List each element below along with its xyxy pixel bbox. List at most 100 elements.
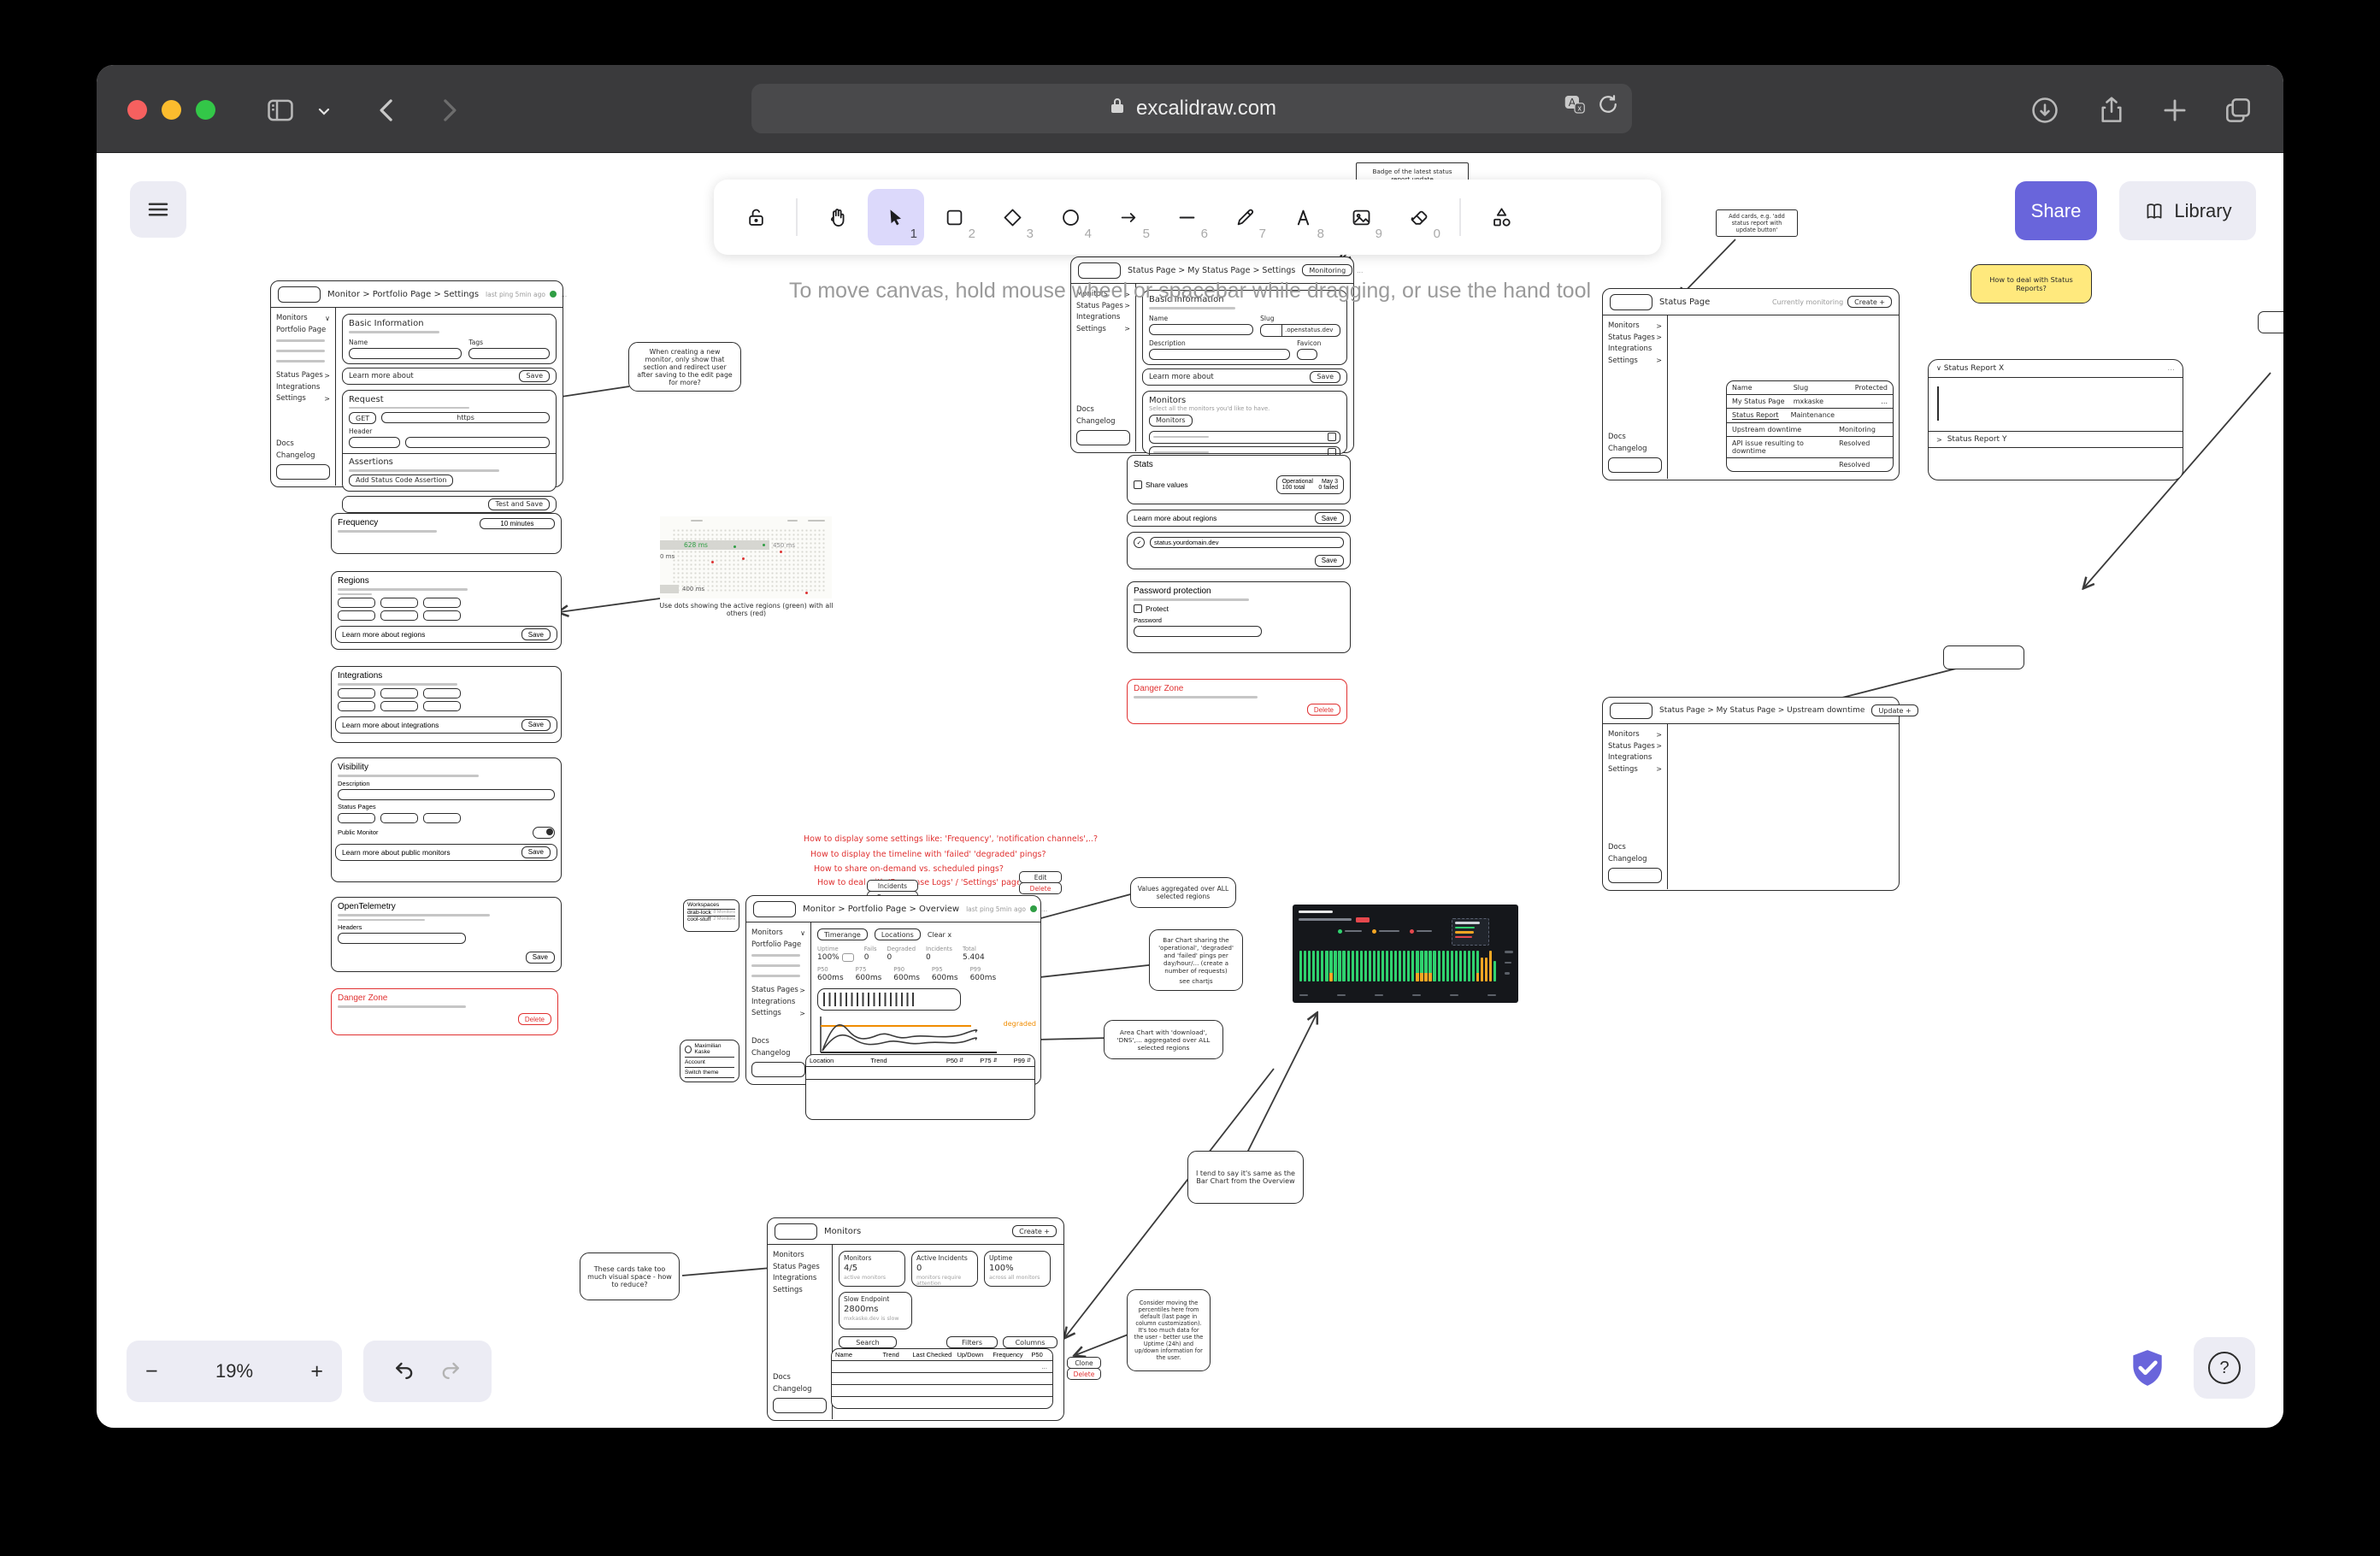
- workspaces-card[interactable]: Workspaces drab-lock8 Monitors cool-stuf…: [683, 899, 739, 932]
- browser-toolbar: excalidraw.com Ax: [97, 65, 2283, 153]
- share-button[interactable]: Share: [2015, 181, 2097, 240]
- danger-zone-card[interactable]: Danger Zone Delete: [331, 988, 558, 1035]
- maximize-window-button[interactable]: [196, 100, 215, 120]
- close-window-button[interactable]: [127, 100, 147, 120]
- main-menu-button[interactable]: [130, 181, 186, 238]
- downloads-button[interactable]: [2029, 94, 2061, 127]
- small-box[interactable]: [1943, 645, 2024, 669]
- small-box[interactable]: [2258, 311, 2283, 333]
- save-button: Save: [519, 370, 550, 382]
- browser-window: excalidraw.com Ax: [97, 65, 2283, 1428]
- wireframe-status-report-editor[interactable]: ∨ Status Report X... >Status Report Y: [1928, 359, 2183, 480]
- chevron-down-icon[interactable]: [314, 101, 346, 133]
- wireframe-statuspage-list[interactable]: Status Page Currently monitoringCreate +…: [1602, 288, 1900, 480]
- lock-icon: [1107, 96, 1128, 122]
- eraser-tool[interactable]: 0: [1391, 189, 1447, 245]
- canvas-hint: To move canvas, hold mouse wheel or spac…: [97, 279, 2283, 304]
- opentelemetry-card[interactable]: OpenTelemetry Headers Save: [331, 897, 562, 972]
- monitors-card: Monitors Select all the monitors you'd l…: [1142, 391, 1347, 454]
- tab-overview-button[interactable]: [2222, 94, 2254, 127]
- map-caption[interactable]: Use dots showing the active regions (gre…: [655, 602, 838, 617]
- shapes-tool[interactable]: [1473, 189, 1529, 245]
- uptime-bars-screenshot[interactable]: [1293, 905, 1518, 1003]
- ellipse-tool[interactable]: 4: [1042, 189, 1099, 245]
- avatar: [685, 1046, 692, 1053]
- columns-button: Columns: [1003, 1336, 1057, 1348]
- zoom-level[interactable]: 19%: [215, 1360, 253, 1382]
- monitors-table[interactable]: Name Trend Last Checked Up/Down Frequenc…: [831, 1348, 1053, 1409]
- help-button[interactable]: ?: [2194, 1337, 2255, 1399]
- image-tool[interactable]: 9: [1333, 189, 1389, 245]
- reload-icon[interactable]: [1596, 92, 1620, 122]
- visibility-card[interactable]: Visibility Description Status Pages Publ…: [331, 757, 562, 882]
- zoom-controls: − 19% +: [127, 1341, 342, 1402]
- excalidraw-canvas[interactable]: Monitor > Portfolio Page > Settings last…: [97, 65, 2283, 1428]
- context-menu-clone[interactable]: CloneDelete: [1067, 1358, 1101, 1380]
- latency-map-image[interactable]: 628 ms 450 ms 0 ms 400 ms: [660, 516, 832, 598]
- library-button[interactable]: Library: [2119, 181, 2256, 240]
- diamond-tool[interactable]: 3: [984, 189, 1040, 245]
- red-note[interactable]: How to share on-demand vs. scheduled pin…: [814, 864, 1004, 874]
- desktop: excalidraw.com Ax: [0, 0, 2380, 1556]
- translate-icon[interactable]: Ax: [1562, 91, 1588, 123]
- zoom-out-button[interactable]: −: [145, 1359, 158, 1384]
- password-protection-card[interactable]: Password protection Protect Password: [1127, 581, 1351, 653]
- lock-tool[interactable]: [728, 189, 784, 245]
- basic-information-card: Basic Information Name Tags: [342, 314, 557, 364]
- note-percentiles[interactable]: Consider moving the percentiles here fro…: [1127, 1289, 1211, 1371]
- note-same-as-bar-chart[interactable]: I tend to say it's same as the Bar Chart…: [1187, 1151, 1304, 1204]
- cursor-icon: [885, 206, 907, 228]
- update-button: Update +: [1871, 704, 1918, 716]
- draw-tool[interactable]: 7: [1217, 189, 1273, 245]
- toolbar-divider: [796, 198, 798, 236]
- note-bar-chart[interactable]: Bar Chart sharing the 'operational', 'de…: [1149, 929, 1243, 991]
- text-tool[interactable]: 8: [1275, 189, 1331, 245]
- encryption-shield-icon: [2126, 1344, 2169, 1396]
- check-icon: ✓: [1134, 537, 1145, 548]
- hand-tool[interactable]: [810, 189, 866, 245]
- line-tool[interactable]: 6: [1158, 189, 1215, 245]
- new-tab-button[interactable]: [2159, 94, 2191, 127]
- redo-button[interactable]: [439, 1358, 462, 1386]
- context-menu-edit[interactable]: EditDelete: [1019, 872, 1062, 894]
- integrations-card[interactable]: Integrations Learn more about integratio…: [331, 666, 562, 743]
- timerange-button: Timerange: [817, 928, 868, 940]
- account-card[interactable]: Maximilian Kaske Account Switch theme: [680, 1040, 739, 1082]
- red-note[interactable]: How to deal with 'Response Logs' / 'Sett…: [817, 878, 1030, 887]
- stats-card[interactable]: Stats Share values OperationalMay 3 100 …: [1127, 455, 1351, 504]
- selection-tool[interactable]: 1: [868, 189, 924, 245]
- frequency-card[interactable]: Frequency 10 minutes: [331, 513, 562, 554]
- latency-line-chart: ­ degraded: [817, 1015, 1034, 1057]
- zoom-in-button[interactable]: +: [310, 1359, 323, 1384]
- minimize-window-button[interactable]: [162, 100, 181, 120]
- locations-button: Locations: [875, 928, 921, 940]
- text-cursor: [1937, 386, 1939, 421]
- note-new-monitor[interactable]: When creating a new monitor, only show t…: [628, 342, 741, 392]
- sidebar-toggle-icon[interactable]: [264, 94, 297, 127]
- wireframe-monitor-settings[interactable]: Monitor > Portfolio Page > Settings last…: [270, 280, 563, 487]
- share-page-button[interactable]: [2095, 94, 2128, 127]
- back-button[interactable]: [372, 94, 404, 127]
- rectangle-tool[interactable]: 2: [926, 189, 982, 245]
- note-cards-space[interactable]: These cards take too much visual space -…: [580, 1252, 680, 1300]
- regions-card[interactable]: Regions Learn more about regionsSave: [331, 571, 562, 650]
- red-note[interactable]: How to display some settings like: 'Freq…: [804, 834, 1098, 844]
- arrow-tool[interactable]: 5: [1100, 189, 1157, 245]
- wireframe-upstream-downtime[interactable]: Status Page > My Status Page > Upstream …: [1602, 697, 1900, 891]
- red-note[interactable]: How to display the timeline with 'failed…: [810, 850, 1046, 859]
- toolbar-divider: [1459, 198, 1461, 236]
- danger-zone-card[interactable]: Danger Zone Delete: [1127, 679, 1347, 724]
- svg-text:x: x: [1577, 104, 1582, 113]
- domain-card[interactable]: ✓ status.yourdomain.dev Save: [1127, 532, 1351, 569]
- monitoring-dropdown: Monitoring: [1302, 264, 1352, 276]
- note-area-chart[interactable]: Area Chart with 'download', 'DNS',... ag…: [1104, 1020, 1223, 1059]
- history-controls: [363, 1341, 492, 1402]
- question-icon: ?: [2208, 1352, 2241, 1384]
- sidebar: Monitors∨ Portfolio Page Status Pages> I…: [271, 308, 336, 486]
- note-values-aggregated[interactable]: Values aggregated over ALL selected regi…: [1130, 877, 1236, 908]
- forward-button[interactable]: [432, 94, 464, 127]
- undo-button[interactable]: [392, 1358, 416, 1386]
- locations-table[interactable]: Location Trend P50⇵ P75⇵ P99⇵: [805, 1054, 1035, 1120]
- note-add-cards[interactable]: Add cards, e.g. 'add status report with …: [1716, 209, 1798, 237]
- address-bar[interactable]: excalidraw.com Ax: [751, 84, 1632, 133]
